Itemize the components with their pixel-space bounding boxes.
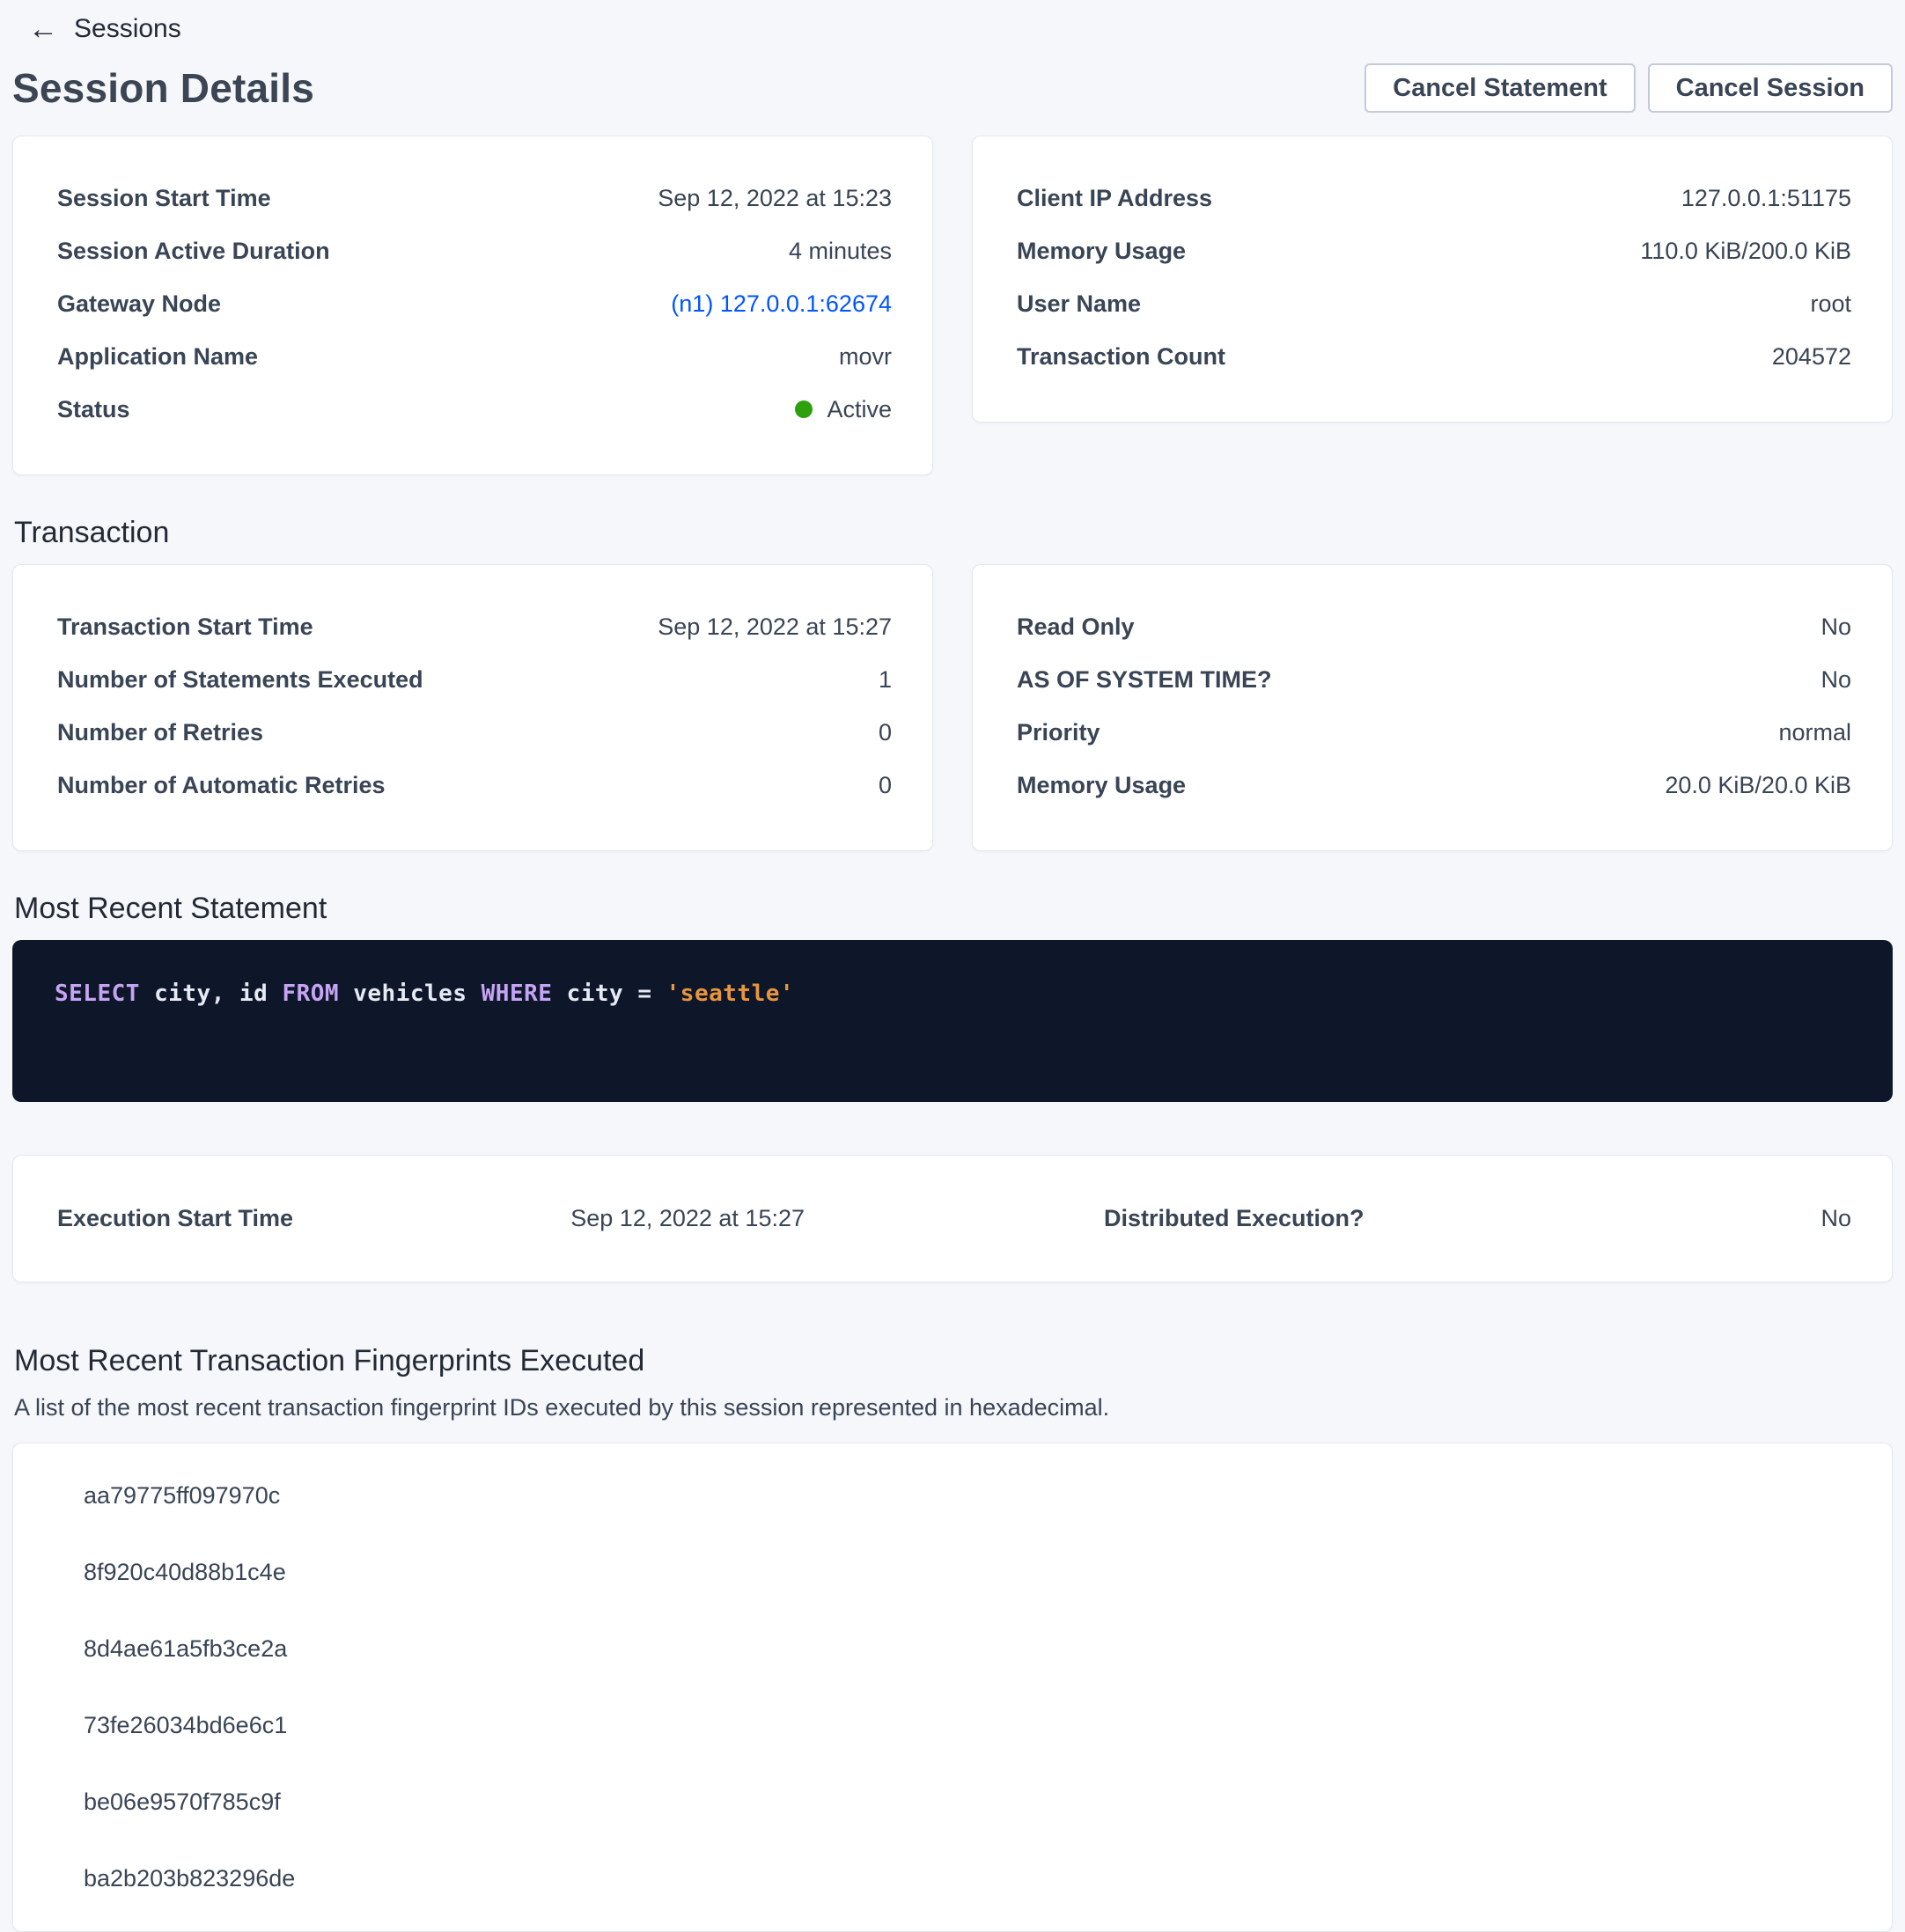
cancel-statement-button[interactable]: Cancel Statement (1364, 63, 1635, 113)
sql-keyword: SELECT (55, 981, 140, 1007)
info-row: Gateway Node (n1) 127.0.0.1:62674 (57, 277, 892, 330)
sql-keyword: WHERE (482, 981, 553, 1007)
info-value: Sep 12, 2022 at 15:27 (658, 613, 892, 641)
fingerprint-list-item: 8f920c40d88b1c4e (13, 1534, 1892, 1611)
status-active-dot-icon (795, 400, 813, 418)
distributed-execution-value: No (1820, 1205, 1851, 1232)
info-row: Client IP Address 127.0.0.1:51175 (1017, 172, 1851, 224)
transaction-card-right: Read Only No AS OF SYSTEM TIME? No Priority n… (972, 564, 1893, 851)
info-value: movr (839, 343, 892, 371)
sql-string-literal: 'seattle' (666, 981, 794, 1007)
sql-text: vehicles (339, 981, 482, 1007)
fingerprints-card: aa79775ff097970c8f920c40d88b1c4e8d4ae61a… (12, 1443, 1893, 1932)
page-title: Session Details (12, 64, 314, 112)
session-details-page: ← Sessions Session Details Cancel Statem… (0, 0, 1905, 1932)
transaction-cards: Transaction Start Time Sep 12, 2022 at 15… (12, 564, 1893, 851)
info-row: Number of Retries 0 (57, 706, 892, 759)
status-text: Active (827, 396, 892, 423)
info-value: 127.0.0.1:51175 (1681, 185, 1851, 212)
info-row: Memory Usage 20.0 KiB/20.0 KiB (1017, 759, 1851, 812)
info-row: Session Active Duration 4 minutes (57, 224, 892, 277)
info-row: Number of Automatic Retries 0 (57, 759, 892, 812)
info-label: Number of Automatic Retries (57, 772, 386, 799)
info-label: Transaction Count (1017, 343, 1225, 371)
info-label: Client IP Address (1017, 185, 1212, 212)
info-row: Session Start Time Sep 12, 2022 at 15:23 (57, 172, 892, 224)
info-value: Sep 12, 2022 at 15:23 (658, 185, 892, 212)
info-label: Status (57, 396, 130, 423)
cancel-session-button[interactable]: Cancel Session (1648, 63, 1893, 113)
sql-text: city = (552, 981, 666, 1007)
info-value: No (1820, 613, 1851, 641)
info-label: Priority (1017, 719, 1100, 746)
info-value: 4 minutes (789, 238, 892, 265)
info-row: Application Name movr (57, 330, 892, 383)
info-value: 110.0 KiB/200.0 KiB (1640, 238, 1851, 265)
fingerprint-list-item: ba2b203b823296de (13, 1840, 1892, 1917)
back-arrow-icon[interactable]: ← (28, 14, 58, 44)
info-row: Memory Usage 110.0 KiB/200.0 KiB (1017, 224, 1851, 277)
sql-statement-box: SELECT city, id FROM vehicles WHERE city… (12, 940, 1893, 1102)
session-summary-cards: Session Start TimeSep 12, 2022 at 15:23S… (12, 136, 1893, 475)
breadcrumb: ← Sessions (12, 0, 1893, 44)
info-value: (n1) 127.0.0.1:62674 (671, 290, 892, 318)
info-row: AS OF SYSTEM TIME? No (1017, 653, 1851, 706)
execution-card: Execution Start Time Sep 12, 2022 at 15:… (12, 1155, 1893, 1282)
info-value: normal (1778, 719, 1851, 746)
info-row: Transaction Start Time Sep 12, 2022 at 15… (57, 600, 892, 653)
fingerprint-list-item: aa79775ff097970c (13, 1458, 1892, 1534)
gateway-node-link[interactable]: (n1) 127.0.0.1:62674 (671, 290, 892, 317)
info-row: Read Only No (1017, 600, 1851, 653)
info-value: 204572 (1772, 343, 1851, 371)
header-actions: Cancel Statement Cancel Session (1364, 63, 1893, 113)
info-row: User Name root (1017, 277, 1851, 330)
execution-start-time-row: Execution Start Time Sep 12, 2022 at 15:… (57, 1205, 954, 1232)
info-label: Memory Usage (1017, 238, 1186, 265)
info-value: 0 (879, 772, 892, 799)
info-value: 20.0 KiB/20.0 KiB (1665, 772, 1851, 799)
info-row: Priority normal (1017, 706, 1851, 759)
info-label: Transaction Start Time (57, 613, 313, 641)
fingerprint-list-item: 73fe26034bd6e6c1 (13, 1687, 1892, 1764)
info-label: Session Active Duration (57, 238, 330, 265)
info-label: Memory Usage (1017, 772, 1186, 799)
info-label: Number of Statements Executed (57, 666, 423, 694)
fingerprint-list-item: be06e9570f785c9f (13, 1764, 1892, 1840)
info-row: Number of Statements Executed 1 (57, 653, 892, 706)
info-label: User Name (1017, 290, 1141, 318)
statement-section-heading: Most Recent Statement (14, 892, 1893, 926)
execution-start-time-label: Execution Start Time (57, 1205, 293, 1232)
fingerprints-section-subtitle: A list of the most recent transaction fi… (14, 1394, 1893, 1421)
fingerprint-list-item: 8d4ae61a5fb3ce2a (13, 1611, 1892, 1687)
distributed-execution-label: Distributed Execution? (1104, 1205, 1364, 1232)
info-label: Number of Retries (57, 719, 263, 746)
info-value: No (1820, 666, 1851, 694)
info-value: root (1810, 290, 1851, 318)
info-value: 0 (879, 719, 892, 746)
sql-keyword: FROM (282, 981, 339, 1007)
info-label: Gateway Node (57, 290, 221, 318)
execution-start-time-value: Sep 12, 2022 at 15:27 (570, 1205, 805, 1232)
info-label: Application Name (57, 343, 258, 371)
back-link-sessions[interactable]: Sessions (74, 14, 181, 44)
session-summary-card-right: Client IP Address 127.0.0.1:51175 Memory U… (972, 136, 1893, 422)
transaction-card-left: Transaction Start Time Sep 12, 2022 at 15… (12, 564, 933, 851)
info-value: Active (795, 396, 892, 423)
info-row: Transaction Count 204572 (1017, 330, 1851, 383)
session-summary-card-left: Session Start TimeSep 12, 2022 at 15:23S… (12, 136, 933, 475)
sql-text: city, id (140, 981, 283, 1007)
info-label: Session Start Time (57, 185, 271, 212)
distributed-execution-row: Distributed Execution? No (954, 1205, 1851, 1232)
info-label: AS OF SYSTEM TIME? (1017, 666, 1272, 694)
transaction-section-heading: Transaction (14, 516, 1893, 550)
fingerprints-section-heading: Most Recent Transaction Fingerprints Exe… (14, 1344, 1893, 1378)
info-value: 1 (879, 666, 892, 694)
info-label: Read Only (1017, 613, 1135, 641)
page-header: Session Details Cancel Statement Cancel … (12, 63, 1893, 113)
info-row: Status Active (57, 383, 892, 436)
